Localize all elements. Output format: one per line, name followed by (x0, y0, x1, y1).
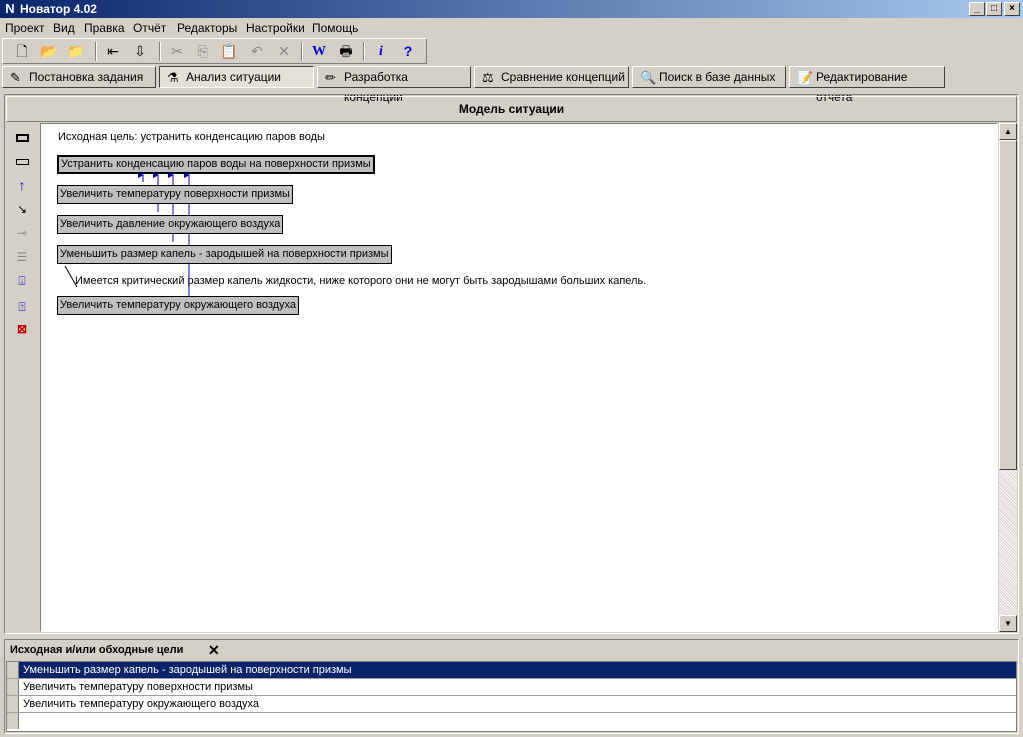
scales-icon: ⚖ (482, 70, 494, 85)
menu-view[interactable]: Вид (53, 21, 75, 35)
tab-label: Сравнение концепций (501, 70, 625, 84)
panel-title: Модель ситуации (6, 96, 1017, 122)
scroll-up-button[interactable]: ▲ (999, 123, 1017, 140)
app-icon: N (5, 1, 15, 16)
import-icon[interactable]: ⇤ (102, 41, 124, 62)
cut-icon[interactable]: ✂ (166, 41, 188, 62)
menu-report[interactable]: Отчёт (133, 21, 166, 35)
flat-rectangle-icon[interactable] (14, 153, 30, 169)
row-header (7, 679, 19, 695)
tab-task-setup[interactable]: ✎ Постановка задания (2, 66, 156, 88)
info-icon[interactable]: i (370, 41, 392, 62)
toolbar-separator (301, 42, 303, 61)
window-title: Новатор 4.02 (20, 2, 97, 16)
rectangle-tool-icon[interactable] (14, 129, 30, 145)
new-file-icon[interactable]: 🗋 (11, 41, 33, 62)
scroll-thumb[interactable] (999, 140, 1017, 470)
open-folder-icon[interactable]: 📂 (38, 41, 60, 62)
report-edit-icon: 📝 (797, 70, 814, 85)
minimize-button[interactable]: _ (969, 2, 985, 16)
arrow-up-icon[interactable]: ↑ (14, 177, 30, 193)
goal-node[interactable]: Увеличить давление окружающего воздуха (57, 215, 284, 234)
side-toolbar: ↑ ↘ ⊸ ☰ ⍗ ⍐ ⊠ (6, 123, 39, 632)
undo-icon[interactable]: ↶ (246, 41, 268, 62)
vertical-scrollbar[interactable]: ▲ ▼ (999, 123, 1017, 632)
analysis-icon: ⚗ (167, 70, 179, 85)
menu-settings[interactable]: Настройки (246, 21, 305, 35)
close-icon[interactable]: ✕ (208, 642, 220, 658)
list-item[interactable]: Увеличить температуру окружающего воздух… (7, 696, 1016, 713)
arrow-down-box-icon[interactable]: ⍗ (14, 273, 30, 289)
save-icon[interactable]: 📁 (65, 41, 87, 62)
menu-editors[interactable]: Редакторы (177, 21, 237, 35)
paste-icon[interactable]: 📋 (218, 41, 240, 62)
tab-report-editing[interactable]: 📝 Редактирование отчета (789, 66, 945, 104)
arrow-up-box-icon[interactable]: ⍐ (14, 299, 30, 315)
situation-model-panel: Модель ситуации ↑ ↘ ⊸ ☰ ⍗ ⍐ ⊠ Исходная ц… (4, 94, 1019, 634)
goal-node[interactable]: Уменьшить размер капель - зародышей на п… (57, 245, 392, 264)
link-icon[interactable]: ⊸ (14, 225, 30, 241)
tab-label: Анализ ситуации (186, 70, 281, 84)
tab-label: Постановка задания (29, 70, 144, 84)
title-bar: N Новатор 4.02 _ □ × (0, 0, 1023, 18)
initial-goal-text: Исходная цель: устранить конденсацию пар… (58, 131, 325, 143)
goals-panel-title: Исходная и/или обходные цели (10, 644, 184, 656)
toolbar-separator (95, 42, 97, 61)
tab-concept-development[interactable]: ✏ Разработка концепции (317, 66, 471, 104)
tab-concept-comparison[interactable]: ⚖ Сравнение концепций (474, 66, 629, 88)
delete-icon[interactable]: ✕ (273, 41, 295, 62)
word-icon[interactable]: W (308, 41, 330, 62)
menu-project[interactable]: Проект (5, 21, 45, 35)
tab-label: Поиск в базе данных (659, 70, 776, 84)
tab-situation-analysis[interactable]: ⚗ Анализ ситуации (159, 66, 314, 88)
goals-panel-header: Исходная и/или обходные цели ✕ (6, 641, 1017, 661)
goals-panel: Исходная и/или обходные цели ✕ Уменьшить… (4, 639, 1019, 734)
tab-database-search[interactable]: 🔍 Поиск в базе данных (632, 66, 786, 88)
toolbar: 🗋 📂 📁 ⇤ ⇩ ✂ ⎘ 📋 ↶ ✕ W 🖶 i ? (2, 38, 427, 64)
delete-box-icon[interactable]: ⊠ (14, 321, 30, 337)
list-icon[interactable]: ☰ (14, 249, 30, 265)
comment-link-icon[interactable]: ↘ (14, 201, 30, 217)
goal-node[interactable]: Увеличить температуру поверхности призмы (57, 185, 293, 204)
maximize-button[interactable]: □ (986, 2, 1002, 16)
toolbar-separator (159, 42, 161, 61)
help-icon[interactable]: ? (397, 41, 419, 62)
row-header (7, 662, 19, 678)
list-item[interactable]: Уменьшить размер капель - зародышей на п… (7, 662, 1016, 679)
menu-edit[interactable]: Правка (84, 21, 125, 35)
list-item-empty[interactable] (7, 713, 1016, 730)
tab-bar: ✎ Постановка задания ⚗ Анализ ситуации ✏… (0, 65, 1023, 104)
row-header (7, 696, 19, 712)
scroll-track[interactable] (999, 470, 1017, 615)
export-icon[interactable]: ⇩ (129, 41, 151, 62)
comment-text: Имеется критический размер капель жидкос… (75, 275, 647, 287)
database-search-icon: 🔍 (640, 70, 657, 85)
row-header (7, 713, 19, 729)
model-canvas[interactable]: Исходная цель: устранить конденсацию пар… (40, 123, 998, 632)
goal-node[interactable]: Увеличить температуру окружающего воздух… (57, 296, 300, 315)
close-button[interactable]: × (1004, 2, 1020, 16)
print-icon[interactable]: 🖶 (335, 41, 357, 62)
copy-icon[interactable]: ⎘ (192, 41, 214, 62)
menu-help[interactable]: Помощь (312, 21, 358, 35)
toolbar-separator (363, 42, 365, 61)
list-item[interactable]: Увеличить температуру поверхности призмы (7, 679, 1016, 696)
scroll-down-button[interactable]: ▼ (999, 615, 1017, 632)
goals-list: Уменьшить размер капель - зародышей на п… (6, 661, 1017, 732)
goal-node-main[interactable]: Устранить конденсацию паров воды на пове… (57, 155, 375, 174)
pencil-icon: ✏ (325, 70, 336, 85)
task-icon: ✎ (10, 70, 21, 85)
menu-bar: Проект Вид Правка Отчёт Редакторы Настро… (0, 19, 1023, 37)
